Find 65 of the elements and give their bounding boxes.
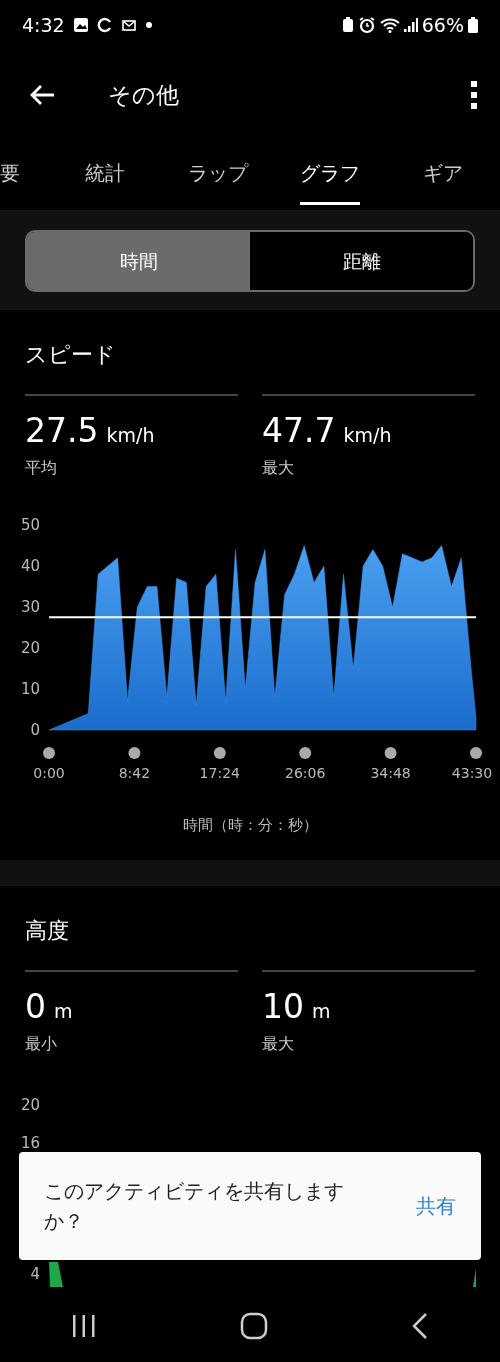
stat-unit: km/h bbox=[343, 423, 392, 448]
battery-saver-icon bbox=[341, 17, 354, 33]
y-axis-label: 4 bbox=[30, 1264, 40, 1283]
stat-label: 最小 bbox=[25, 1032, 58, 1055]
image-icon bbox=[72, 17, 89, 33]
x-axis-marker bbox=[43, 746, 55, 759]
y-axis-label: 16 bbox=[20, 1133, 40, 1152]
segment-button[interactable]: 距離 bbox=[250, 232, 473, 290]
signal-icon bbox=[403, 18, 418, 32]
y-axis-label: 50 bbox=[20, 515, 40, 534]
x-axis-marker bbox=[470, 746, 482, 759]
tab[interactable]: ギア bbox=[423, 158, 463, 202]
snackbar-message: このアクティビティを共有しますか？ bbox=[44, 1178, 345, 1235]
y-axis-label: 40 bbox=[20, 556, 40, 575]
tab[interactable]: 要 bbox=[0, 158, 20, 202]
stat-unit: km/h bbox=[106, 423, 155, 448]
recent-apps-button[interactable] bbox=[71, 1313, 98, 1339]
section-title: スピード bbox=[25, 341, 117, 369]
x-axis-marker bbox=[128, 746, 141, 759]
x-axis-title: 時間（時：分：秒） bbox=[181, 814, 319, 836]
battery-percentage: 66% bbox=[421, 12, 464, 38]
x-axis-label: 26:06 bbox=[285, 764, 326, 781]
sync-icon bbox=[96, 17, 113, 33]
segment-button[interactable]: 時間 bbox=[27, 232, 250, 290]
status-time: 4:32 bbox=[22, 12, 65, 38]
alarm-icon bbox=[357, 16, 376, 34]
y-axis-label: 10 bbox=[20, 679, 40, 698]
tab[interactable]: ラップ bbox=[188, 158, 248, 202]
more-options-button[interactable] bbox=[470, 81, 478, 109]
stat-label: 最大 bbox=[262, 1032, 295, 1055]
y-axis-label: 20 bbox=[20, 638, 40, 657]
x-axis-label: 17:24 bbox=[199, 764, 240, 781]
x-axis-label: 0:00 bbox=[33, 764, 65, 781]
y-axis-label: 0 bbox=[30, 720, 40, 739]
y-axis-label: 20 bbox=[20, 1095, 40, 1114]
notification-dot-icon bbox=[144, 21, 153, 29]
screen-title: その他 bbox=[108, 80, 179, 110]
wifi-icon bbox=[379, 17, 400, 33]
battery-icon bbox=[468, 17, 478, 33]
y-axis-label: 30 bbox=[20, 597, 40, 616]
stat-value: 10 bbox=[262, 990, 304, 1023]
stat-value: 0 bbox=[25, 990, 46, 1023]
x-axis-label: 43:30 bbox=[451, 764, 493, 781]
x-axis-marker bbox=[213, 746, 226, 759]
home-icon bbox=[240, 1312, 268, 1340]
stat-value: 47.7 bbox=[262, 414, 336, 447]
mail-icon bbox=[120, 17, 137, 33]
back-nav-button[interactable] bbox=[410, 1312, 429, 1340]
x-axis-marker bbox=[384, 746, 397, 759]
stat-unit: m bbox=[54, 999, 73, 1024]
home-button[interactable] bbox=[240, 1312, 268, 1340]
tab[interactable]: 統計 bbox=[85, 158, 125, 202]
more-icon bbox=[470, 81, 478, 109]
stat-unit: m bbox=[312, 999, 331, 1024]
share-button[interactable]: 共有 bbox=[416, 1191, 456, 1221]
section-title: 高度 bbox=[25, 917, 70, 945]
stat-label: 最大 bbox=[262, 456, 295, 479]
stat-label: 平均 bbox=[25, 456, 58, 479]
x-axis-marker bbox=[299, 746, 312, 759]
recent-apps-icon bbox=[71, 1314, 98, 1339]
stat-value: 27.5 bbox=[25, 414, 99, 447]
x-axis-label: 8:42 bbox=[118, 764, 151, 781]
tab[interactable]: グラフ bbox=[300, 158, 360, 205]
x-axis-label: 34:48 bbox=[370, 764, 411, 781]
back-chevron-icon bbox=[410, 1312, 429, 1340]
